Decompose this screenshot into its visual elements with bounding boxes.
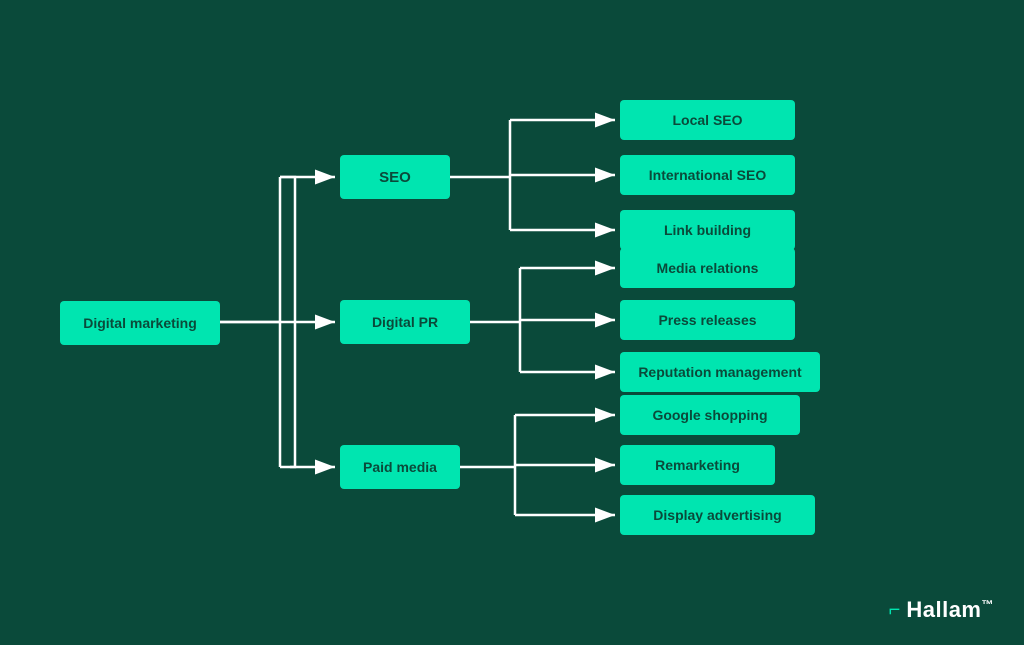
node-reputation-management: Reputation management xyxy=(620,352,820,392)
node-paid-media: Paid media xyxy=(340,445,460,489)
node-media-relations: Media relations xyxy=(620,248,795,288)
hallam-logo-text: Hallam™ xyxy=(906,597,994,623)
node-international-seo: International SEO xyxy=(620,155,795,195)
hallam-logo: ⌐ Hallam™ xyxy=(889,597,994,623)
node-digital-marketing: Digital marketing xyxy=(60,301,220,345)
node-display-advertising: Display advertising xyxy=(620,495,815,535)
node-google-shopping: Google shopping xyxy=(620,395,800,435)
node-remarketing: Remarketing xyxy=(620,445,775,485)
hallam-logo-icon: ⌐ xyxy=(889,599,901,622)
node-link-building: Link building xyxy=(620,210,795,250)
node-seo: SEO xyxy=(340,155,450,199)
node-local-seo: Local SEO xyxy=(620,100,795,140)
diagram: Digital marketing SEO Digital PR Paid me… xyxy=(0,0,1024,645)
node-press-releases: Press releases xyxy=(620,300,795,340)
node-digital-pr: Digital PR xyxy=(340,300,470,344)
